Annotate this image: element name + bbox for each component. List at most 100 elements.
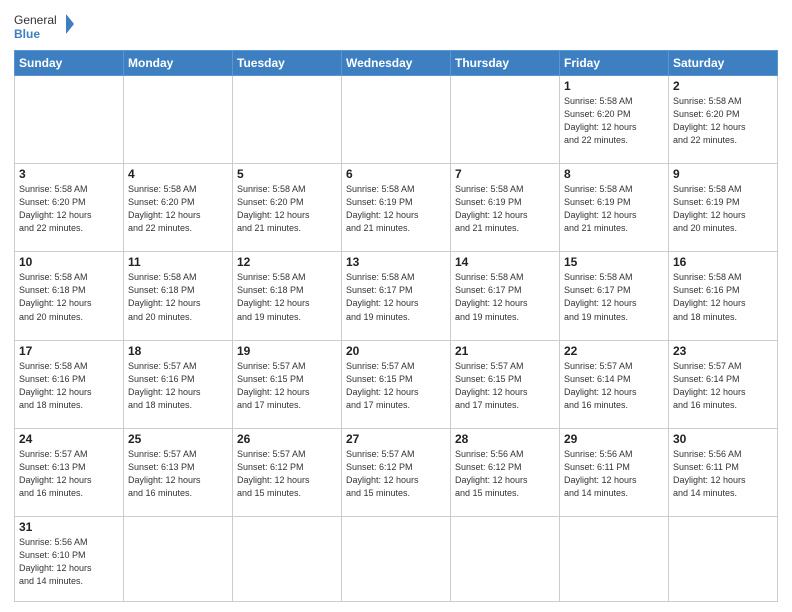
day-number: 14	[455, 255, 555, 269]
day-number: 24	[19, 432, 119, 446]
calendar-cell	[124, 76, 233, 164]
day-info: Sunrise: 5:58 AM Sunset: 6:19 PM Dayligh…	[673, 183, 773, 235]
calendar-week-row: 1 Sunrise: 5:58 AM Sunset: 6:20 PM Daylig…	[15, 76, 778, 164]
day-info: Sunrise: 5:57 AM Sunset: 6:13 PM Dayligh…	[128, 448, 228, 500]
day-info: Sunrise: 5:57 AM Sunset: 6:15 PM Dayligh…	[455, 360, 555, 412]
day-number: 8	[564, 167, 664, 181]
calendar-week-row: 17 Sunrise: 5:58 AM Sunset: 6:16 PM Dayli…	[15, 340, 778, 428]
calendar-cell: 11Sunrise: 5:58 AM Sunset: 6:18 PM Dayli…	[124, 252, 233, 340]
day-info: Sunrise: 5:58 AM Sunset: 6:20 PM Dayligh…	[564, 95, 664, 147]
calendar-cell: 12 Sunrise: 5:58 AM Sunset: 6:18 PM Dayli…	[233, 252, 342, 340]
day-info: Sunrise: 5:58 AM Sunset: 6:19 PM Dayligh…	[455, 183, 555, 235]
calendar-cell: 14 Sunrise: 5:58 AM Sunset: 6:17 PM Dayli…	[451, 252, 560, 340]
day-number: 15	[564, 255, 664, 269]
day-number: 22	[564, 344, 664, 358]
day-number: 3	[19, 167, 119, 181]
calendar-cell: 22Sunrise: 5:57 AM Sunset: 6:14 PM Dayli…	[560, 340, 669, 428]
calendar-cell: 26 Sunrise: 5:57 AM Sunset: 6:12 PM Dayli…	[233, 428, 342, 516]
calendar-cell: 23 Sunrise: 5:57 AM Sunset: 6:14 PM Dayli…	[669, 340, 778, 428]
day-info: Sunrise: 5:56 AM Sunset: 6:12 PM Dayligh…	[455, 448, 555, 500]
calendar-cell: 16 Sunrise: 5:58 AM Sunset: 6:16 PM Dayli…	[669, 252, 778, 340]
day-info: Sunrise: 5:58 AM Sunset: 6:16 PM Dayligh…	[19, 360, 119, 412]
day-info: Sunrise: 5:58 AM Sunset: 6:18 PM Dayligh…	[128, 271, 228, 323]
day-info: Sunrise: 5:58 AM Sunset: 6:17 PM Dayligh…	[346, 271, 446, 323]
day-number: 28	[455, 432, 555, 446]
calendar-cell: 13 Sunrise: 5:58 AM Sunset: 6:17 PM Dayli…	[342, 252, 451, 340]
day-info: Sunrise: 5:57 AM Sunset: 6:15 PM Dayligh…	[237, 360, 337, 412]
calendar-cell: 17 Sunrise: 5:58 AM Sunset: 6:16 PM Dayli…	[15, 340, 124, 428]
day-number: 6	[346, 167, 446, 181]
generalblue-logo-icon: General Blue	[14, 10, 74, 42]
day-number: 18	[128, 344, 228, 358]
day-info: Sunrise: 5:58 AM Sunset: 6:17 PM Dayligh…	[455, 271, 555, 323]
day-number: 21	[455, 344, 555, 358]
weekday-saturday: Saturday	[669, 51, 778, 76]
calendar-cell: 18 Sunrise: 5:57 AM Sunset: 6:16 PM Dayli…	[124, 340, 233, 428]
weekday-monday: Monday	[124, 51, 233, 76]
day-info: Sunrise: 5:58 AM Sunset: 6:19 PM Dayligh…	[564, 183, 664, 235]
calendar-cell: 5Sunrise: 5:58 AM Sunset: 6:20 PM Daylig…	[233, 164, 342, 252]
day-info: Sunrise: 5:57 AM Sunset: 6:14 PM Dayligh…	[673, 360, 773, 412]
day-info: Sunrise: 5:56 AM Sunset: 6:10 PM Dayligh…	[19, 536, 119, 588]
day-number: 13	[346, 255, 446, 269]
calendar-cell: 24Sunrise: 5:57 AM Sunset: 6:13 PM Dayli…	[15, 428, 124, 516]
day-number: 25	[128, 432, 228, 446]
weekday-header-row: SundayMondayTuesdayWednesdayThursdayFrid…	[15, 51, 778, 76]
calendar-cell	[669, 516, 778, 601]
day-number: 31	[19, 520, 119, 534]
calendar-cell: 21 Sunrise: 5:57 AM Sunset: 6:15 PM Dayli…	[451, 340, 560, 428]
day-number: 26	[237, 432, 337, 446]
calendar-cell	[342, 516, 451, 601]
calendar-week-row: 24 Sunrise: 5:57 AM Sunset: 6:13 PM Dayli…	[15, 428, 778, 516]
day-number: 17	[19, 344, 119, 358]
calendar-cell: 9 Sunrise: 5:58 AM Sunset: 6:19 PM Daylig…	[669, 164, 778, 252]
weekday-sunday: Sunday	[15, 51, 124, 76]
calendar-cell: 20Sunrise: 5:57 AM Sunset: 6:15 PM Dayli…	[342, 340, 451, 428]
day-info: Sunrise: 5:57 AM Sunset: 6:16 PM Dayligh…	[128, 360, 228, 412]
svg-text:Blue: Blue	[14, 27, 40, 41]
day-number: 23	[673, 344, 773, 358]
day-number: 9	[673, 167, 773, 181]
calendar-cell: 2 Sunrise: 5:58 AM Sunset: 6:20 PM Daylig…	[669, 76, 778, 164]
day-info: Sunrise: 5:58 AM Sunset: 6:20 PM Dayligh…	[128, 183, 228, 235]
calendar-table: SundayMondayTuesdayWednesdayThursdayFrid…	[14, 50, 778, 602]
calendar-cell: 3 Sunrise: 5:58 AM Sunset: 6:20 PM Daylig…	[15, 164, 124, 252]
day-info: Sunrise: 5:56 AM Sunset: 6:11 PM Dayligh…	[564, 448, 664, 500]
calendar-cell: 8 Sunrise: 5:58 AM Sunset: 6:19 PM Daylig…	[560, 164, 669, 252]
svg-text:General: General	[14, 13, 57, 27]
day-info: Sunrise: 5:58 AM Sunset: 6:20 PM Dayligh…	[673, 95, 773, 147]
day-info: Sunrise: 5:58 AM Sunset: 6:18 PM Dayligh…	[19, 271, 119, 323]
day-number: 1	[564, 79, 664, 93]
calendar-cell	[15, 76, 124, 164]
calendar-cell	[451, 516, 560, 601]
calendar-cell	[451, 76, 560, 164]
day-info: Sunrise: 5:58 AM Sunset: 6:17 PM Dayligh…	[564, 271, 664, 323]
weekday-tuesday: Tuesday	[233, 51, 342, 76]
calendar-week-row: 10 Sunrise: 5:58 AM Sunset: 6:18 PM Dayli…	[15, 252, 778, 340]
day-number: 16	[673, 255, 773, 269]
day-info: Sunrise: 5:58 AM Sunset: 6:19 PM Dayligh…	[346, 183, 446, 235]
calendar-cell: 28 Sunrise: 5:56 AM Sunset: 6:12 PM Dayli…	[451, 428, 560, 516]
day-number: 27	[346, 432, 446, 446]
day-number: 10	[19, 255, 119, 269]
day-number: 20	[346, 344, 446, 358]
day-info: Sunrise: 5:58 AM Sunset: 6:18 PM Dayligh…	[237, 271, 337, 323]
weekday-wednesday: Wednesday	[342, 51, 451, 76]
calendar-cell	[342, 76, 451, 164]
day-info: Sunrise: 5:57 AM Sunset: 6:12 PM Dayligh…	[237, 448, 337, 500]
logo: General Blue	[14, 10, 74, 42]
weekday-thursday: Thursday	[451, 51, 560, 76]
calendar-cell	[233, 76, 342, 164]
day-info: Sunrise: 5:58 AM Sunset: 6:20 PM Dayligh…	[19, 183, 119, 235]
day-number: 2	[673, 79, 773, 93]
calendar-cell: 1 Sunrise: 5:58 AM Sunset: 6:20 PM Daylig…	[560, 76, 669, 164]
calendar-cell: 25 Sunrise: 5:57 AM Sunset: 6:13 PM Dayli…	[124, 428, 233, 516]
calendar-cell: 19Sunrise: 5:57 AM Sunset: 6:15 PM Dayli…	[233, 340, 342, 428]
calendar-cell: 4Sunrise: 5:58 AM Sunset: 6:20 PM Daylig…	[124, 164, 233, 252]
weekday-friday: Friday	[560, 51, 669, 76]
day-number: 12	[237, 255, 337, 269]
calendar-cell: 7Sunrise: 5:58 AM Sunset: 6:19 PM Daylig…	[451, 164, 560, 252]
day-number: 30	[673, 432, 773, 446]
calendar-week-row: 3 Sunrise: 5:58 AM Sunset: 6:20 PM Daylig…	[15, 164, 778, 252]
day-info: Sunrise: 5:58 AM Sunset: 6:16 PM Dayligh…	[673, 271, 773, 323]
